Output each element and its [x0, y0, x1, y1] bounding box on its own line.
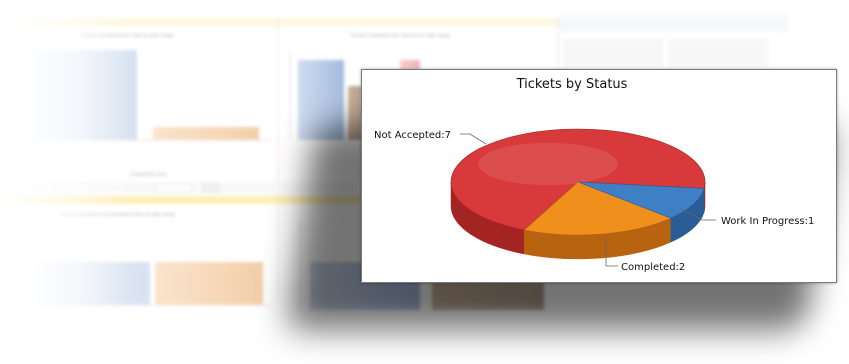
leader-line-not-accepted [460, 133, 487, 145]
data-label-completed: Completed:2 [621, 262, 685, 273]
svg-text:Tickets Completed per Assigned: Tickets Completed per Assigned User by d… [60, 212, 176, 218]
chart-title: Tickets by Status [516, 77, 628, 92]
pie-slices-group [450, 128, 706, 260]
svg-text:Tickets Completed per Service: Tickets Completed per Service by date ra… [350, 33, 450, 39]
data-label-work-in-progress: Work In Progress:1 [721, 216, 814, 227]
data-label-not-accepted: Not Accepted:7 [374, 130, 451, 141]
pie-chart: Tickets by Status Not Accepted:7 Work In… [374, 77, 814, 273]
svg-text:Created By User: Created By User [130, 172, 167, 178]
pie-highlight [478, 142, 618, 186]
svg-text:Tickets Completed per User by: Tickets Completed per User by date range [80, 33, 174, 39]
chart-card: Tickets by Status Not Accepted:7 Work In… [361, 69, 837, 283]
